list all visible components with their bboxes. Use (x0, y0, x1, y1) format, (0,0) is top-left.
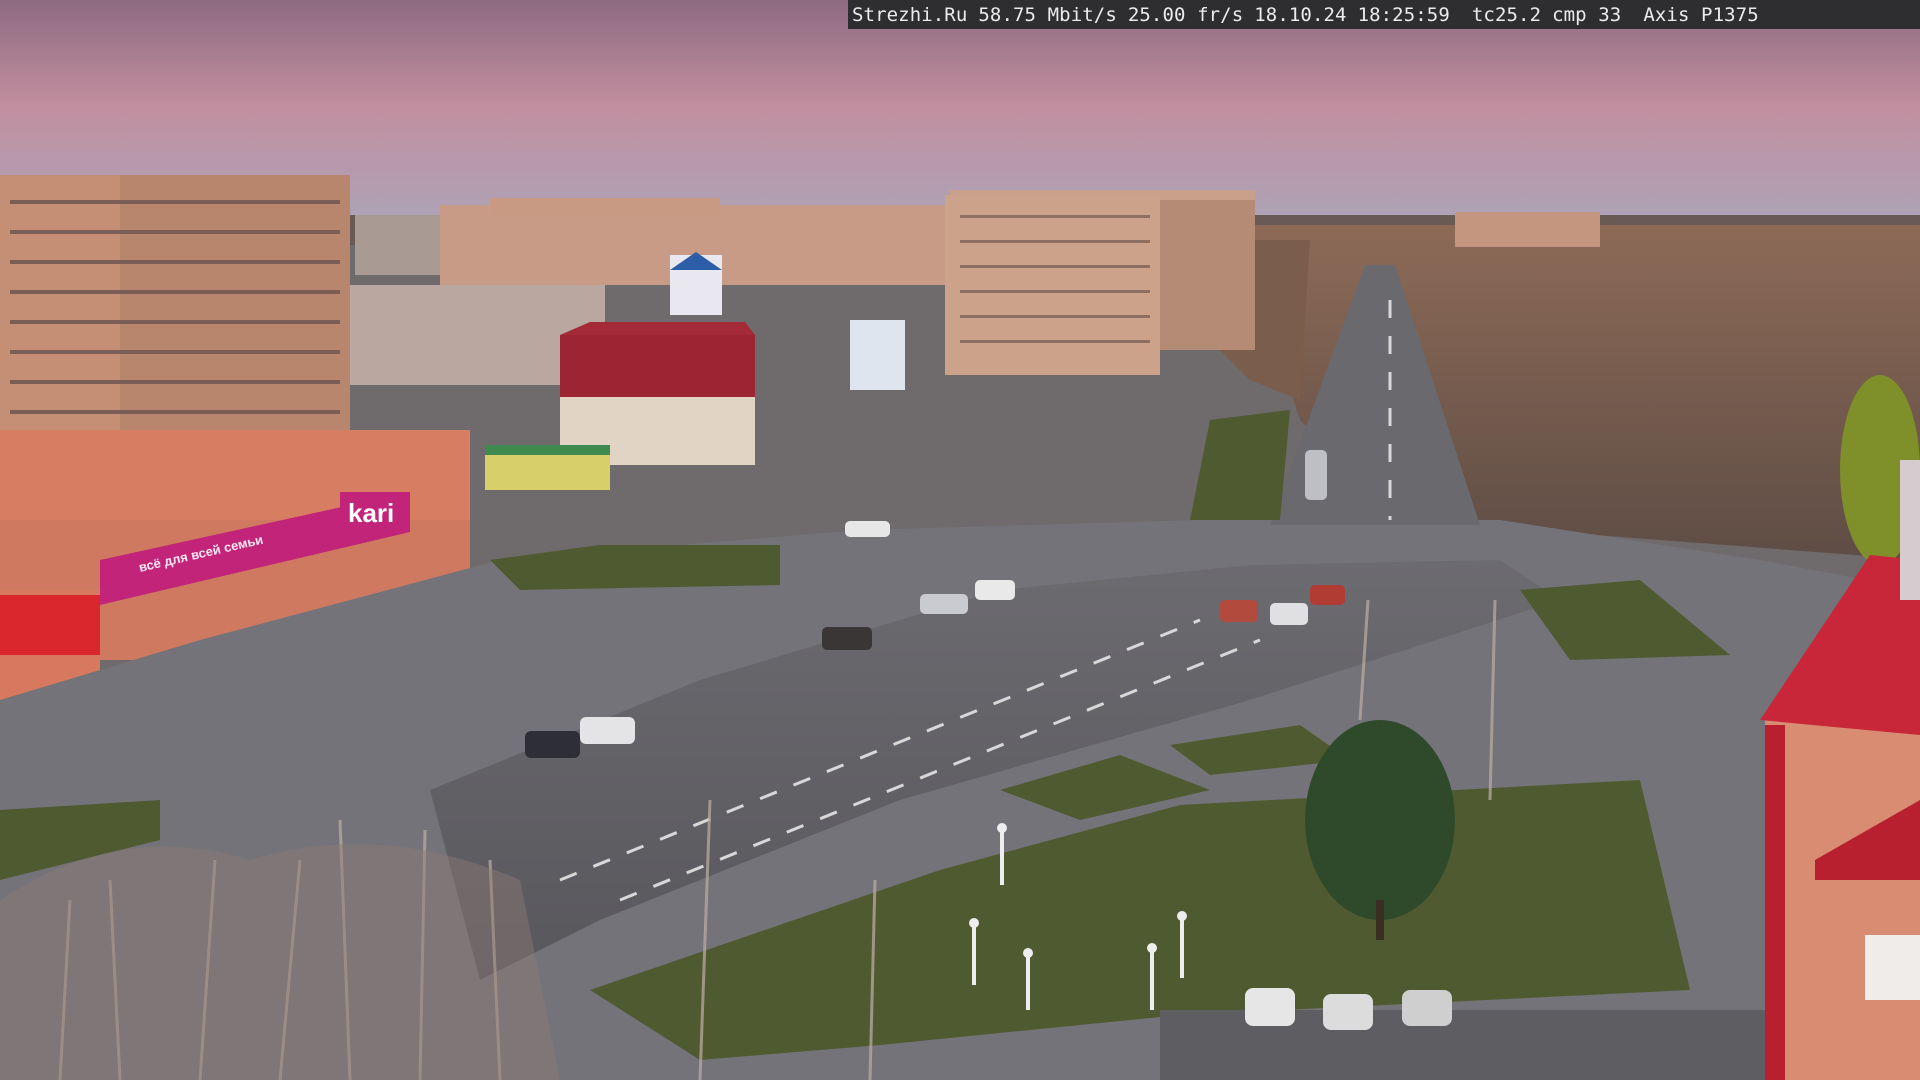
webcam-scene: kari всё для всей семьи (0, 0, 1920, 1080)
overlay-cmp: cmp 33 (1552, 3, 1622, 26)
overlay-camera-model: Axis P1375 (1643, 3, 1759, 26)
foreground-branches (0, 844, 560, 1080)
overlay-time: 18:25:59 (1357, 3, 1450, 26)
tower-building (945, 195, 1255, 375)
overlay-date: 18.10.24 (1254, 3, 1347, 26)
overlay-bitrate: 58.75 Mbit/s (978, 3, 1117, 26)
overlay-tc: tc25.2 (1471, 3, 1542, 26)
overlay-site: Strezhi.Ru (852, 3, 968, 26)
kari-sign: kari (348, 498, 394, 528)
overlay-framerate: 25.00 fr/s (1127, 3, 1244, 26)
camera-info-overlay: Strezhi.Ru 58.75 Mbit/s 25.00 fr/s 18.10… (848, 0, 1920, 29)
